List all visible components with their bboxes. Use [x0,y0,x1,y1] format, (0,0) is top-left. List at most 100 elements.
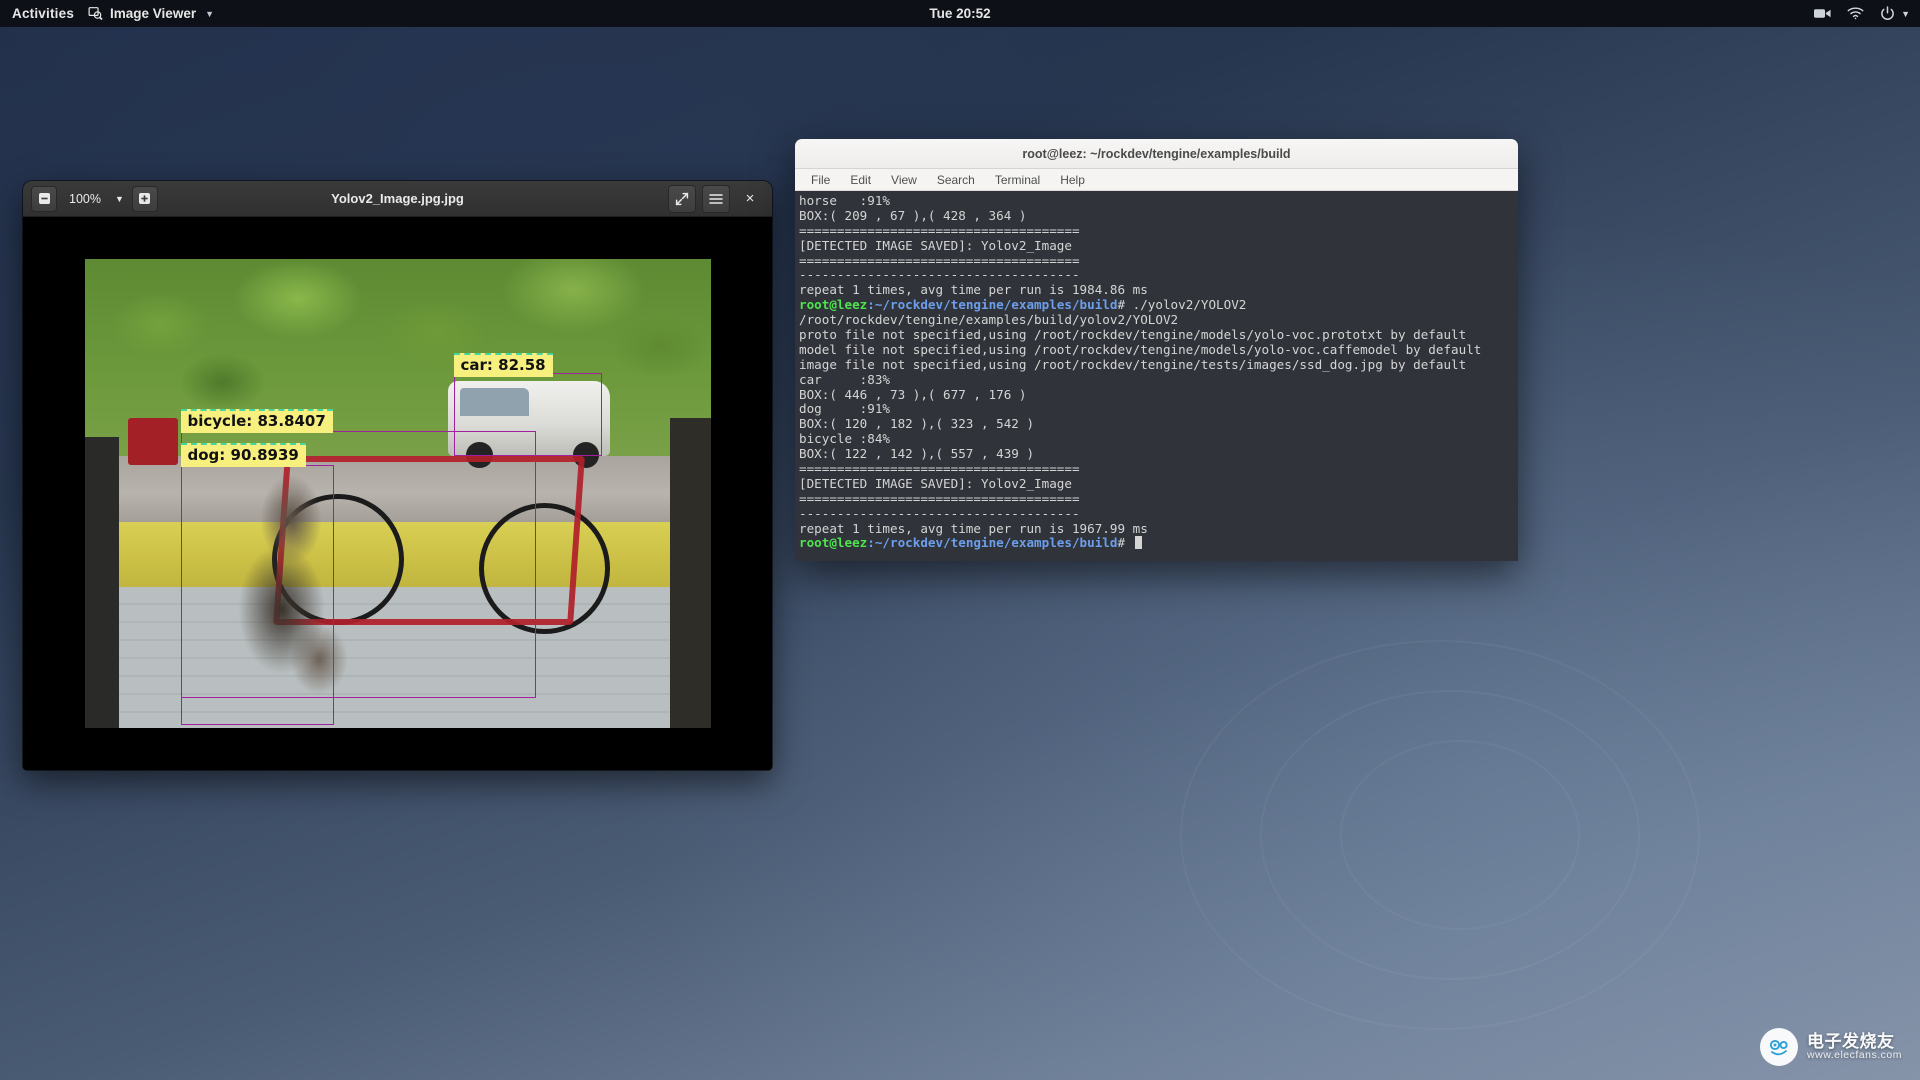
terminal-text: model file not specified,using /root/roc… [799,341,1482,357]
terminal-command: # [1117,535,1133,551]
photo-motorcycle [128,418,179,466]
terminal-line: BOX:( 209 , 67 ),( 428 , 364 ) [799,207,1518,224]
gnome-top-bar: Activities Image Viewer ▼ Tue 20:52 ▼ [0,0,1920,27]
terminal-line: root@leez:~/rockdev/tengine/examples/bui… [799,297,1518,313]
wallpaper-swirl [1260,690,1640,980]
detection-label-dog: dog: 90.8939 [180,443,306,468]
menu-item-help[interactable]: Help [1050,169,1095,191]
terminal-cursor [1134,536,1142,550]
terminal-line: repeat 1 times, avg time per run is 1984… [799,282,1518,298]
desktop: Activities Image Viewer ▼ Tue 20:52 ▼ 10… [0,0,1920,1080]
detection-label-car: car: 82.58 [453,353,553,378]
terminal-text: ===================================== [799,252,1080,268]
image-canvas[interactable]: car: 82.58 bicycle: 83.8407 dog: 90.8939 [23,217,772,770]
photo-post-right [669,418,711,728]
terminal-text: ------------------------------------- [799,505,1080,521]
terminal-text: ------------------------------------- [799,267,1080,283]
watermark-subtitle: www.elecfans.com [1807,1049,1902,1062]
detection-label-bicycle: bicycle: 83.8407 [180,409,333,434]
terminal-line: root@leez:~/rockdev/tengine/examples/bui… [799,536,1518,551]
terminal-command: # ./yolov2/YOLOV2 [1117,297,1247,313]
activities-button[interactable]: Activities [0,6,88,21]
terminal-text: /root/rockdev/tengine/examples/build/yol… [799,312,1179,328]
terminal-text: bicycle :84% [799,431,890,447]
terminal-prompt-path: :~/rockdev/tengine/examples/build [867,535,1118,551]
zoom-in-button[interactable] [131,185,158,212]
system-tray[interactable]: ▼ [1814,6,1910,21]
terminal-line: [DETECTED IMAGE SAVED]: Yolov2_Image [799,237,1518,254]
power-icon[interactable] [1880,6,1895,21]
hamburger-menu-button[interactable] [702,184,730,213]
wallpaper-swirl [1340,740,1580,930]
terminal-prompt-path: :~/rockdev/tengine/examples/build [867,297,1118,313]
clock[interactable]: Tue 20:52 [929,6,990,21]
terminal-line: bicycle :84% [799,431,1518,447]
zoom-level-dropdown[interactable]: 100% ▼ [57,192,132,206]
terminal-titlebar: root@leez: ~/rockdev/tengine/examples/bu… [795,139,1518,169]
terminal-text: horse :91% [799,193,890,208]
terminal-line: ------------------------------------- [799,505,1518,522]
terminal-prompt-user: root@leez [799,535,868,551]
terminal-line: BOX:( 122 , 142 ),( 557 , 439 ) [799,446,1518,462]
screencast-icon[interactable] [1814,7,1831,20]
terminal-output[interactable]: horse :91% BOX:( 209 , 67 ),( 428 , 364 )… [795,191,1518,561]
terminal-text: BOX:( 446 , 73 ),( 677 , 176 ) [799,386,1027,402]
image-viewer-titlebar: 100% ▼ Yolov2_Image.jpg.jpg × [23,181,772,217]
terminal-line: ===================================== [799,252,1518,269]
menu-item-view[interactable]: View [881,169,927,191]
chevron-down-icon[interactable]: ▼ [1901,9,1910,19]
terminal-line: BOX:( 446 , 73 ),( 677 , 176 ) [799,386,1518,403]
terminal-line: ===================================== [799,490,1518,507]
app-menu-button[interactable]: Image Viewer ▼ [88,6,214,21]
chevron-down-icon: ▼ [205,8,215,19]
menu-item-edit[interactable]: Edit [840,169,881,191]
wifi-icon[interactable] [1847,7,1864,20]
terminal-line: [DETECTED IMAGE SAVED]: Yolov2_Image [799,475,1518,492]
close-button[interactable]: × [736,185,764,213]
menu-item-search[interactable]: Search [927,169,985,191]
image-viewer-window-controls: × [668,184,764,213]
image-viewer-window: 100% ▼ Yolov2_Image.jpg.jpg × car: 82.58… [23,181,772,770]
terminal-text: dog :91% [799,401,890,417]
terminal-text: BOX:( 120 , 182 ),( 323 , 542 ) [799,416,1035,432]
terminal-line: BOX:( 120 , 182 ),( 323 , 542 ) [799,416,1518,432]
terminal-text: proto file not specified,using /root/roc… [799,327,1467,343]
terminal-text: ===================================== [799,490,1080,506]
owl-logo-icon [1760,1028,1799,1066]
terminal-line: horse :91% [799,193,1518,209]
watermark-title: 电子发烧友 [1807,1031,1895,1051]
terminal-line: proto file not specified,using /root/roc… [799,327,1518,343]
watermark-text: 电子发烧友 www.elecfans.com [1807,1031,1902,1062]
terminal-line: image file not specified,using /root/roc… [799,357,1518,373]
zoom-level-value: 100% [69,191,101,206]
terminal-line: repeat 1 times, avg time per run is 1967… [799,520,1518,537]
detected-image: car: 82.58 bicycle: 83.8407 dog: 90.8939 [84,259,711,728]
menu-item-terminal[interactable]: Terminal [985,169,1050,191]
fullscreen-button[interactable] [668,184,696,213]
menu-item-file[interactable]: File [801,169,840,191]
zoom-controls: 100% ▼ [31,185,158,212]
terminal-line: model file not specified,using /root/roc… [799,341,1518,358]
terminal-line: car :83% [799,371,1518,388]
terminal-line: ===================================== [799,222,1518,239]
detection-box-dog [180,465,334,725]
app-menu-label: Image Viewer [110,6,197,21]
terminal-line: /root/rockdev/tengine/examples/build/yol… [799,312,1518,328]
terminal-text: ===================================== [799,222,1080,238]
terminal-text: BOX:( 209 , 67 ),( 428 , 364 ) [799,207,1027,223]
terminal-menubar: File Edit View Search Terminal Help [795,169,1518,191]
wallpaper-swirl [1180,640,1700,1030]
terminal-line: ------------------------------------- [799,268,1518,283]
watermark: 电子发烧友 www.elecfans.com [1760,1028,1902,1066]
terminal-text: repeat 1 times, avg time per run is 1984… [799,282,1148,298]
terminal-text: repeat 1 times, avg time per run is 1967… [799,520,1148,536]
terminal-text: ===================================== [799,461,1080,477]
image-viewer-icon [88,6,103,21]
terminal-window: root@leez: ~/rockdev/tengine/examples/bu… [795,139,1518,561]
chevron-down-icon: ▼ [114,193,124,204]
zoom-out-button[interactable] [31,185,57,212]
terminal-text: [DETECTED IMAGE SAVED]: Yolov2_Image [799,237,1072,253]
terminal-text: [DETECTED IMAGE SAVED]: Yolov2_Image [799,475,1072,491]
terminal-text: car :83% [799,371,890,387]
terminal-text: BOX:( 122 , 142 ),( 557 , 439 ) [799,446,1035,462]
